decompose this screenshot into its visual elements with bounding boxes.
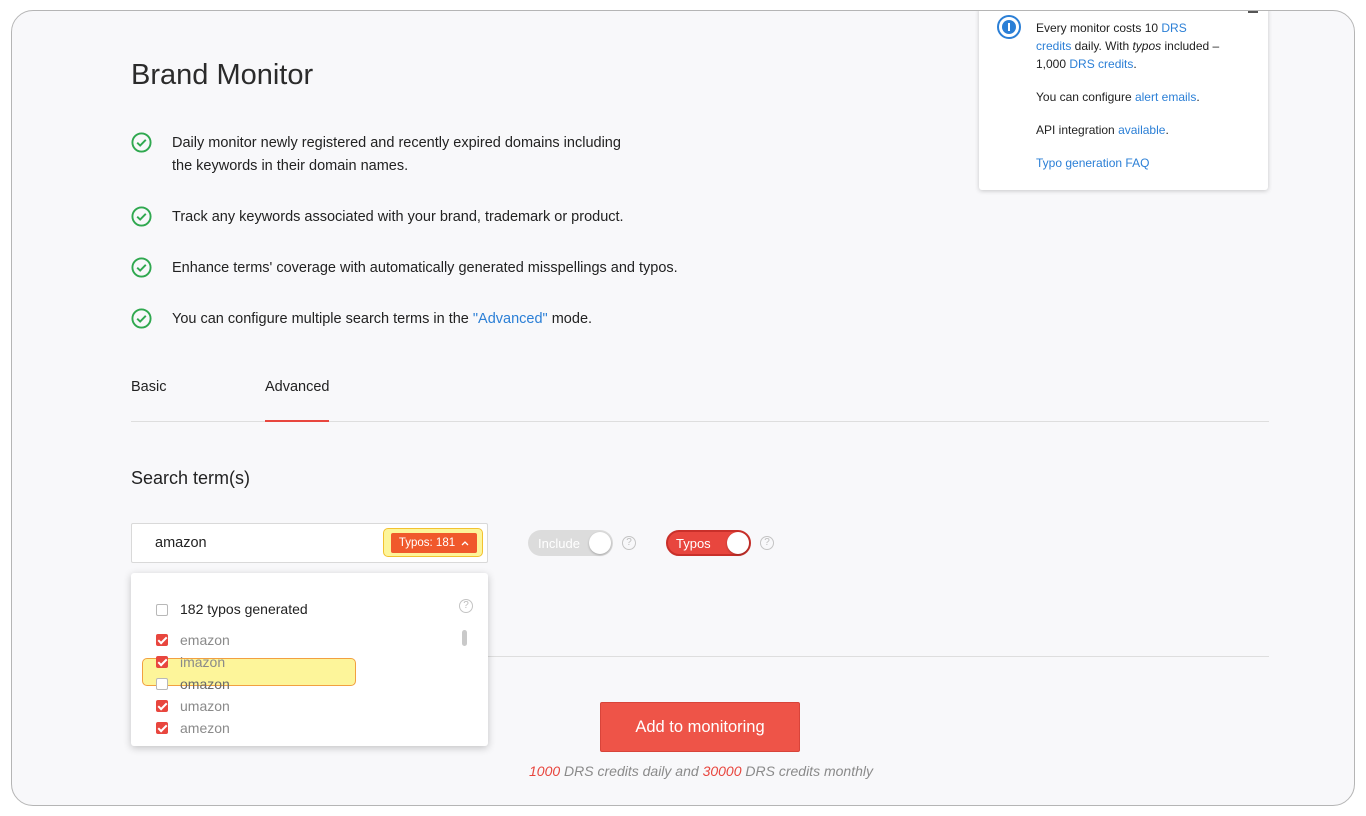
tab-basic[interactable]: Basic (131, 379, 166, 395)
drs-credits-link[interactable]: credits (1036, 39, 1071, 53)
help-icon[interactable]: ? (622, 536, 636, 550)
app-frame: Brand Monitor Daily monitor newly regist… (11, 10, 1355, 806)
api-available-link[interactable]: available (1118, 123, 1165, 137)
typo-item-label: amezon (180, 720, 230, 736)
typos-generated-label: 182 typos generated (180, 601, 308, 617)
feature-text: the keywords in their domain names. (172, 158, 409, 174)
typo-faq-link[interactable]: Typo generation FAQ (1036, 156, 1149, 170)
dropdown-scrollbar[interactable] (462, 630, 467, 646)
typos-count-button[interactable]: Typos: 181 (391, 533, 477, 553)
typos-toggle-label: Typos (676, 536, 711, 551)
feature-text: Enhance terms' coverage with automatical… (172, 260, 678, 276)
feature-text: You can configure multiple search terms … (172, 311, 473, 327)
typos-toggle[interactable]: Typos (666, 530, 751, 556)
drs-credits-link[interactable]: DRS credits (1069, 57, 1133, 71)
alert-emails-link[interactable]: alert emails (1135, 90, 1196, 104)
typo-checkbox[interactable] (156, 700, 168, 712)
cost-info: Every monitor costs 10 DRS credits daily… (1036, 21, 1220, 71)
feature-text: Track any keywords associated with your … (172, 209, 624, 225)
section-divider (488, 656, 1269, 657)
credits-note: 1000 DRS credits daily and 30000 DRS cre… (529, 763, 873, 779)
feature-item: Enhance terms' coverage with automatical… (131, 257, 772, 280)
active-tab-indicator (265, 420, 329, 422)
check-circle-icon (131, 257, 152, 278)
chevron-up-icon (461, 541, 469, 546)
toggle-knob (589, 532, 611, 554)
typo-checkbox[interactable] (156, 722, 168, 734)
feature-text: Daily monitor newly registered and recen… (172, 135, 621, 151)
tab-advanced[interactable]: Advanced (265, 379, 330, 395)
feature-item: Track any keywords associated with your … (131, 206, 772, 229)
item-highlight (142, 658, 356, 686)
include-toggle[interactable]: Include (528, 530, 613, 556)
feature-item: You can configure multiple search terms … (131, 308, 772, 331)
typo-checkbox[interactable] (156, 678, 168, 690)
check-circle-icon (131, 308, 152, 329)
help-icon[interactable]: ? (760, 536, 774, 550)
search-terms-title: Search term(s) (131, 468, 251, 488)
feature-text: mode. (547, 311, 593, 327)
typos-dropdown: 182 typos generated ? emazon imazon omaz… (131, 573, 488, 746)
typos-count-label: Typos: 181 (398, 537, 456, 549)
typo-item-label: umazon (180, 698, 230, 714)
info-card: Every monitor costs 10 DRS credits daily… (979, 11, 1268, 190)
typo-item-label: emazon (180, 632, 230, 648)
page-title: Brand Monitor (131, 59, 314, 91)
toggle-knob (727, 532, 749, 554)
typo-item-label: omazon (180, 676, 230, 692)
check-circle-icon (131, 132, 152, 153)
typo-item-label: imazon (180, 654, 226, 670)
check-circle-icon (131, 206, 152, 227)
select-all-checkbox[interactable] (156, 604, 168, 616)
drs-credits-link[interactable]: DRS (1161, 21, 1186, 35)
typo-checkbox[interactable] (156, 634, 168, 646)
feature-item: Daily monitor newly registered and recen… (131, 132, 622, 178)
api-info: API integration available. (1036, 123, 1169, 137)
alerts-info: You can configure alert emails. (1036, 90, 1200, 104)
advanced-mode-link[interactable]: "Advanced" (473, 311, 548, 327)
minimize-icon[interactable] (1248, 11, 1258, 13)
typo-checkbox[interactable] (156, 656, 168, 668)
include-toggle-label: Include (538, 536, 580, 551)
help-icon[interactable]: ? (459, 599, 473, 613)
add-to-monitoring-button[interactable]: Add to monitoring (600, 702, 800, 752)
info-icon (997, 15, 1021, 39)
search-term-value: amazon (155, 535, 207, 551)
